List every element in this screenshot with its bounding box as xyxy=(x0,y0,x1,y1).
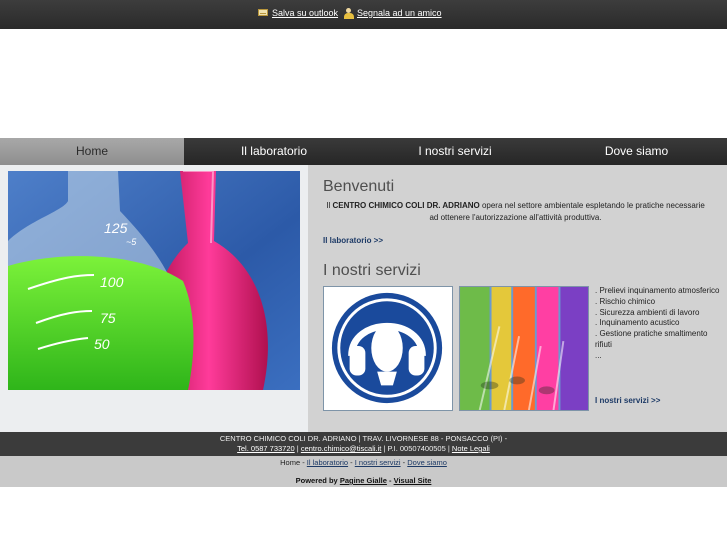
servizi-link[interactable]: I nostri servizi >> xyxy=(595,396,660,405)
laboratorio-link[interactable]: Il laboratorio >> xyxy=(323,236,383,245)
nav-item-laboratorio[interactable]: Il laboratorio xyxy=(184,138,364,165)
nav-item-servizi[interactable]: I nostri servizi xyxy=(364,138,546,165)
powered-by: Powered by Pagine Gialle - Visual Site xyxy=(0,476,727,485)
list-item: . Sicurezza ambienti di lavoro xyxy=(595,307,700,317)
hero-flasks-image: 125 ~5 100 75 50 xyxy=(8,171,300,390)
tell-friend-link[interactable]: Segnala ad un amico xyxy=(357,8,442,18)
footer-links: Home - Il laboratorio - I nostri servizi… xyxy=(0,458,727,467)
save-outlook-link[interactable]: Salva su outlook xyxy=(272,8,338,18)
phone-link[interactable]: Tel. 0587 733720 xyxy=(237,444,295,453)
legal-notes-link[interactable]: Note Legali xyxy=(452,444,490,453)
flask-label-125: 125 xyxy=(104,220,128,236)
pagine-gialle-link[interactable]: Pagine Gialle xyxy=(340,476,387,485)
main-nav: Home Il laboratorio I nostri servizi Dov… xyxy=(0,138,727,165)
flask-label-mark: ~5 xyxy=(126,237,137,247)
powered-prefix: Powered by xyxy=(295,476,338,485)
flask-label-50: 50 xyxy=(94,336,110,352)
footer-link-home[interactable]: Home xyxy=(280,458,300,467)
separator: - xyxy=(300,458,307,467)
test-tubes-graphic xyxy=(460,287,588,410)
left-column: 125 ~5 100 75 50 xyxy=(0,165,308,432)
email-link[interactable]: centro.chimico@tiscali.it xyxy=(301,444,382,453)
separator: - xyxy=(386,476,394,485)
envelope-icon[interactable] xyxy=(258,8,270,18)
welcome-intro: Il CENTRO CHIMICO COLI DR. ADRIANO opera… xyxy=(323,200,708,224)
footer-link-servizi[interactable]: I nostri servizi xyxy=(355,458,401,467)
footer-link-laboratorio[interactable]: Il laboratorio xyxy=(307,458,348,467)
services-list: . Prelievi inquinamento atmosferico . Ri… xyxy=(595,286,720,362)
footer-address: CENTRO CHIMICO COLI DR. ADRIANO | TRAV. … xyxy=(219,434,508,443)
ear-protection-image xyxy=(323,286,453,411)
nav-item-home[interactable]: Home xyxy=(0,138,184,165)
list-item: . Prelievi inquinamento atmosferico xyxy=(595,286,720,295)
footer-contacts: Tel. 0587 733720 | centro.chimico@tiscal… xyxy=(0,444,727,453)
welcome-title: Benvenuti xyxy=(323,178,395,195)
test-tubes-image xyxy=(459,286,589,411)
list-item: . Gestione pratiche smaltimento rifiuti xyxy=(595,329,708,349)
services-title: I nostri servizi xyxy=(323,262,421,279)
top-bar: Salva su outlook Segnala ad un amico xyxy=(0,0,727,29)
vat-number: P.I. 00507400505 xyxy=(387,444,446,453)
footer-nav: Home - Il laboratorio - I nostri servizi… xyxy=(0,456,727,487)
visual-site-link[interactable]: Visual Site xyxy=(394,476,432,485)
flask-label-100: 100 xyxy=(100,274,124,290)
separator: - xyxy=(348,458,355,467)
footer-link-dove-siamo[interactable]: Dove siamo xyxy=(407,458,447,467)
content-area: 125 ~5 100 75 50 Benvenuti Il CENTRO CHI… xyxy=(0,165,727,432)
person-icon[interactable] xyxy=(344,8,356,19)
list-item: . Inquinamento acustico xyxy=(595,318,680,328)
nav-item-dove-siamo[interactable]: Dove siamo xyxy=(546,138,727,165)
right-column: Benvenuti Il CENTRO CHIMICO COLI DR. ADR… xyxy=(308,165,727,432)
list-item: . Rischio chimico xyxy=(595,296,656,306)
footer-info: CENTRO CHIMICO COLI DR. ADRIANO | TRAV. … xyxy=(0,432,727,456)
company-name: CENTRO CHIMICO COLI DR. ADRIANO xyxy=(332,201,480,210)
list-item: ... xyxy=(595,350,602,360)
ear-protection-icon xyxy=(331,292,443,404)
flask-label-75: 75 xyxy=(100,310,116,326)
